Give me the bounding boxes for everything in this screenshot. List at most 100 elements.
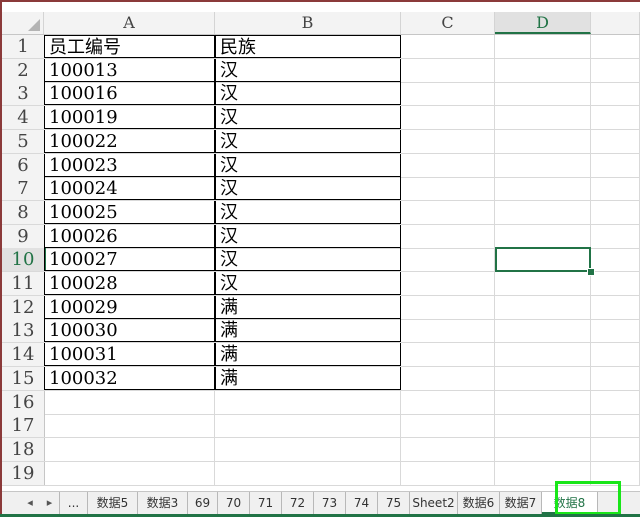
- cell-d8[interactable]: [495, 201, 591, 224]
- cell-b10[interactable]: 汉: [215, 248, 401, 271]
- cell-a18[interactable]: [44, 438, 215, 461]
- cell-d11[interactable]: [495, 272, 591, 295]
- cell-c11[interactable]: [401, 272, 495, 295]
- cell-e16[interactable]: [591, 391, 640, 414]
- column-header-c[interactable]: C: [401, 12, 495, 34]
- cell-e4[interactable]: [591, 106, 640, 129]
- cell-e8[interactable]: [591, 201, 640, 224]
- cell-c7[interactable]: [401, 177, 495, 200]
- prev-sheet-icon[interactable]: ◂: [20, 492, 40, 514]
- row-header-1[interactable]: 1: [2, 35, 45, 58]
- cell-d15[interactable]: [495, 367, 591, 390]
- cell-b18[interactable]: [215, 438, 401, 461]
- cell-d13[interactable]: [495, 319, 591, 342]
- cell-c2[interactable]: [401, 59, 495, 82]
- sheet-tab-11[interactable]: 数据7: [500, 492, 542, 514]
- cell-a16[interactable]: [44, 391, 215, 414]
- cell-e11[interactable]: [591, 272, 640, 295]
- cell-a9[interactable]: 100026: [44, 225, 215, 248]
- cell-e15[interactable]: [591, 367, 640, 390]
- cell-e17[interactable]: [591, 414, 640, 437]
- cell-d12[interactable]: [495, 296, 591, 319]
- cell-c19[interactable]: [401, 462, 495, 485]
- sheet-tab-4[interactable]: 71: [250, 492, 282, 514]
- cell-b13[interactable]: 满: [215, 319, 401, 342]
- cell-b17[interactable]: [215, 414, 401, 437]
- sheet-tab-3[interactable]: 70: [218, 492, 250, 514]
- cell-e6[interactable]: [591, 154, 640, 177]
- next-sheet-icon[interactable]: ▸: [40, 492, 60, 514]
- row-header-12[interactable]: 12: [2, 296, 45, 319]
- sheet-tab-5[interactable]: 72: [282, 492, 314, 514]
- cell-d7[interactable]: [495, 177, 591, 200]
- cell-e18[interactable]: [591, 438, 640, 461]
- cell-c18[interactable]: [401, 438, 495, 461]
- row-header-11[interactable]: 11: [2, 272, 45, 295]
- sheet-tab-0[interactable]: 数据5: [88, 492, 138, 514]
- cell-c10[interactable]: [401, 248, 495, 271]
- cell-b6[interactable]: 汉: [215, 154, 401, 177]
- row-header-15[interactable]: 15: [2, 367, 45, 390]
- cell-d17[interactable]: [495, 414, 591, 437]
- cell-a6[interactable]: 100023: [44, 154, 215, 177]
- cell-c5[interactable]: [401, 130, 495, 153]
- sheet-tab-7[interactable]: 74: [346, 492, 378, 514]
- cell-b3[interactable]: 汉: [215, 82, 401, 105]
- cell-d4[interactable]: [495, 106, 591, 129]
- cell-c4[interactable]: [401, 106, 495, 129]
- cell-e7[interactable]: [591, 177, 640, 200]
- cell-c8[interactable]: [401, 201, 495, 224]
- cell-b11[interactable]: 汉: [215, 272, 401, 295]
- cell-b16[interactable]: [215, 391, 401, 414]
- cell-d6[interactable]: [495, 154, 591, 177]
- fill-handle[interactable]: [587, 268, 595, 276]
- spreadsheet-grid[interactable]: 1 员工编号 民族 2 100013 汉 3 100016 汉 4 100019 汉 5 100022 汉 6…: [2, 35, 640, 491]
- cell-d18[interactable]: [495, 438, 591, 461]
- cell-e3[interactable]: [591, 82, 640, 105]
- row-header-8[interactable]: 8: [2, 201, 45, 224]
- cell-b19[interactable]: [215, 462, 401, 485]
- cell-e12[interactable]: [591, 296, 640, 319]
- more-sheets-button[interactable]: ...: [60, 492, 88, 514]
- cell-d5[interactable]: [495, 130, 591, 153]
- column-header-d[interactable]: D: [495, 12, 591, 34]
- cell-d14[interactable]: [495, 343, 591, 366]
- cell-a15[interactable]: 100032: [44, 367, 215, 390]
- cell-b2[interactable]: 汉: [215, 59, 401, 82]
- cell-c17[interactable]: [401, 414, 495, 437]
- cell-a1[interactable]: 员工编号: [44, 35, 215, 58]
- cell-d1[interactable]: [495, 35, 591, 58]
- cell-b15[interactable]: 满: [215, 367, 401, 390]
- sheet-tab-9[interactable]: Sheet2: [410, 492, 458, 514]
- cell-a3[interactable]: 100016: [44, 82, 215, 105]
- cell-e5[interactable]: [591, 130, 640, 153]
- row-header-16[interactable]: 16: [2, 391, 45, 414]
- cell-c13[interactable]: [401, 319, 495, 342]
- row-header-17[interactable]: 17: [2, 414, 45, 437]
- cell-c14[interactable]: [401, 343, 495, 366]
- cell-d2[interactable]: [495, 59, 591, 82]
- row-header-4[interactable]: 4: [2, 106, 45, 129]
- row-header-5[interactable]: 5: [2, 130, 45, 153]
- row-header-13[interactable]: 13: [2, 319, 45, 342]
- cell-e1[interactable]: [591, 35, 640, 58]
- select-all-corner[interactable]: [2, 12, 44, 34]
- cell-c15[interactable]: [401, 367, 495, 390]
- row-header-14[interactable]: 14: [2, 343, 45, 366]
- cell-b7[interactable]: 汉: [215, 177, 401, 200]
- cell-e10[interactable]: [591, 248, 640, 271]
- cell-b14[interactable]: 满: [215, 343, 401, 366]
- cell-a11[interactable]: 100028: [44, 272, 215, 295]
- column-header-b[interactable]: B: [215, 12, 401, 34]
- cell-e13[interactable]: [591, 319, 640, 342]
- row-header-3[interactable]: 3: [2, 82, 45, 105]
- cell-a17[interactable]: [44, 414, 215, 437]
- cell-a5[interactable]: 100022: [44, 130, 215, 153]
- row-header-9[interactable]: 9: [2, 225, 45, 248]
- cell-a8[interactable]: 100025: [44, 201, 215, 224]
- cell-c3[interactable]: [401, 82, 495, 105]
- row-header-2[interactable]: 2: [2, 59, 45, 82]
- cell-c1[interactable]: [401, 35, 495, 58]
- sheet-tab-8[interactable]: 75: [378, 492, 410, 514]
- cell-e9[interactable]: [591, 225, 640, 248]
